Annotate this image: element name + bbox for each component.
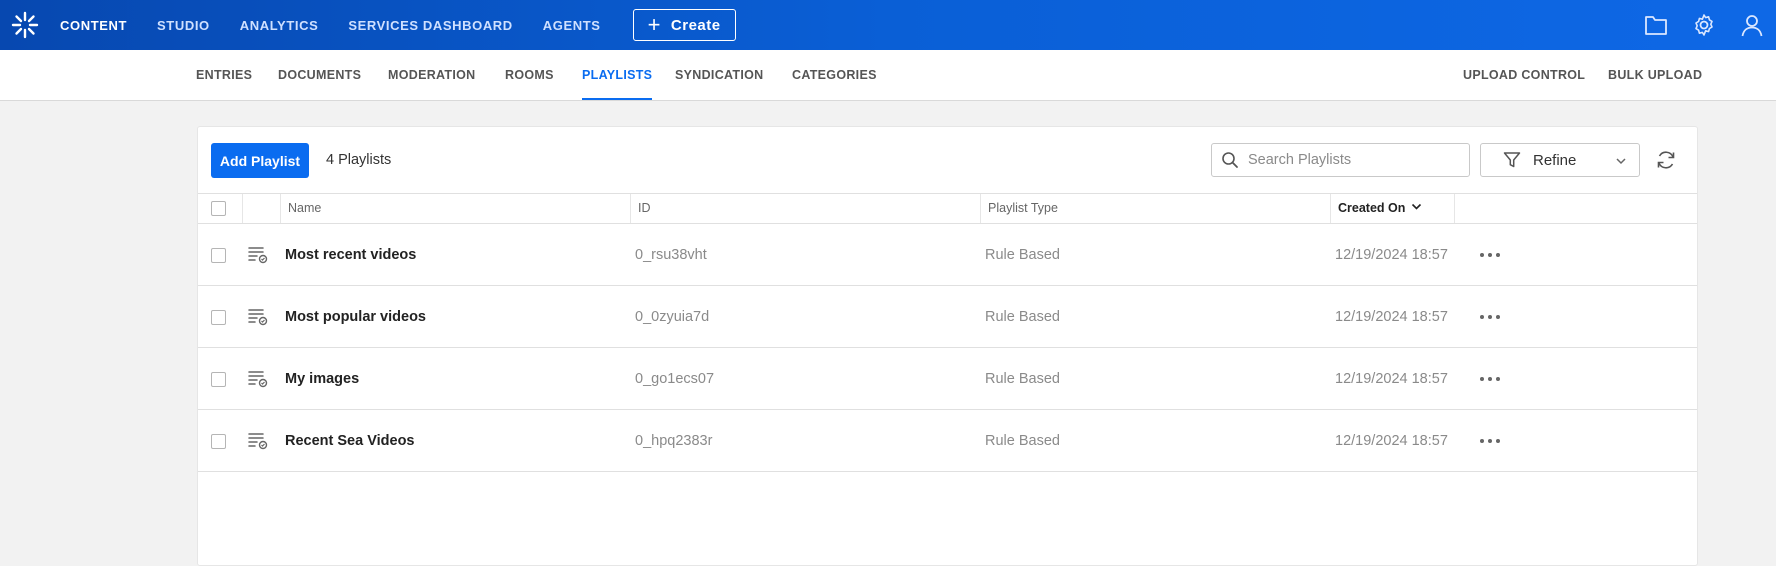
playlists-card: Add Playlist 4 Playlists Refine Name ID … — [197, 126, 1698, 566]
header-icon-col — [242, 194, 280, 223]
topnav-content[interactable]: CONTENT — [60, 18, 127, 33]
row-checkbox[interactable] — [211, 372, 226, 387]
row-checkbox[interactable] — [211, 434, 226, 449]
search-box — [1211, 143, 1470, 177]
playlist-type: Rule Based — [985, 433, 1060, 449]
playlist-type: Rule Based — [985, 371, 1060, 387]
header-name[interactable]: Name — [280, 194, 630, 223]
playlist-id: 0_go1ecs07 — [635, 371, 715, 387]
tab-rooms[interactable]: ROOMS — [505, 50, 554, 101]
user-icon[interactable] — [1728, 0, 1776, 50]
folder-icon[interactable] — [1632, 0, 1680, 50]
header-id[interactable]: ID — [630, 194, 980, 223]
topnav-agents[interactable]: AGENTS — [543, 18, 601, 33]
more-horizontal-icon[interactable] — [1470, 430, 1510, 452]
playlist-id: 0_hpq2383r — [635, 433, 713, 449]
more-horizontal-icon[interactable] — [1470, 368, 1510, 390]
topnav-analytics[interactable]: ANALYTICS — [240, 18, 319, 33]
bulk-upload-link[interactable]: BULK UPLOAD — [1608, 50, 1702, 101]
add-playlist-button[interactable]: Add Playlist — [211, 143, 309, 178]
gear-icon[interactable] — [1680, 0, 1728, 50]
created-on: 12/19/2024 18:57 — [1335, 309, 1448, 325]
select-all-checkbox[interactable] — [211, 201, 226, 216]
top-nav: CONTENT STUDIO ANALYTICS SERVICES DASHBO… — [60, 9, 736, 41]
rule-playlist-icon — [248, 371, 268, 388]
search-icon — [1212, 151, 1248, 169]
refine-button[interactable]: Refine — [1480, 143, 1640, 177]
top-right-actions — [1632, 0, 1776, 50]
topnav-services-dashboard[interactable]: SERVICES DASHBOARD — [348, 18, 512, 33]
row-checkbox[interactable] — [211, 310, 226, 325]
plus-icon: + — [647, 12, 661, 37]
header-playlist-type[interactable]: Playlist Type — [980, 194, 1330, 223]
header-actions-col — [1454, 194, 1526, 223]
tab-categories[interactable]: CATEGORIES — [792, 50, 877, 101]
sub-nav: ENTRIES DOCUMENTS MODERATION ROOMS PLAYL… — [0, 50, 1776, 101]
playlist-type: Rule Based — [985, 309, 1060, 325]
filter-icon — [1503, 151, 1521, 169]
chevron-down-icon — [1615, 155, 1627, 167]
top-bar: CONTENT STUDIO ANALYTICS SERVICES DASHBO… — [0, 0, 1776, 50]
rule-playlist-icon — [248, 247, 268, 264]
playlist-name-link[interactable]: Most recent videos — [285, 224, 416, 286]
playlist-id: 0_0zyuia7d — [635, 309, 710, 325]
upload-control-link[interactable]: UPLOAD CONTROL — [1463, 50, 1585, 101]
playlist-name-link[interactable]: Recent Sea Videos — [285, 410, 415, 472]
header-created-on[interactable]: Created On — [1330, 194, 1454, 223]
create-label: Create — [670, 16, 721, 34]
kaltura-logo-icon[interactable] — [0, 0, 50, 50]
refine-label: Refine — [1533, 151, 1577, 169]
more-horizontal-icon[interactable] — [1470, 244, 1510, 266]
table-row[interactable]: My images 0_go1ecs07 Rule Based 12/19/20… — [198, 348, 1697, 410]
topnav-studio[interactable]: STUDIO — [157, 18, 210, 33]
more-horizontal-icon[interactable] — [1470, 306, 1510, 328]
header-created-on-label: Created On — [1338, 201, 1406, 215]
rule-playlist-icon — [248, 433, 268, 450]
tab-syndication[interactable]: SYNDICATION — [675, 50, 764, 101]
tab-documents[interactable]: DOCUMENTS — [278, 50, 361, 101]
sort-chevron-down-icon — [1411, 194, 1422, 223]
row-checkbox[interactable] — [211, 248, 226, 263]
create-button[interactable]: + Create — [632, 9, 736, 41]
tab-playlists[interactable]: PLAYLISTS — [582, 50, 653, 101]
playlist-name-link[interactable]: My images — [285, 348, 359, 410]
tab-moderation[interactable]: MODERATION — [388, 50, 476, 101]
playlist-id: 0_rsu38vht — [635, 247, 707, 263]
table-row[interactable]: Most recent videos 0_rsu38vht Rule Based… — [198, 224, 1697, 286]
created-on: 12/19/2024 18:57 — [1335, 247, 1448, 263]
created-on: 12/19/2024 18:57 — [1335, 433, 1448, 449]
playlist-type: Rule Based — [985, 247, 1060, 263]
table-header: Name ID Playlist Type Created On — [198, 193, 1697, 224]
created-on: 12/19/2024 18:57 — [1335, 371, 1448, 387]
playlist-name-link[interactable]: Most popular videos — [285, 286, 426, 348]
table-row[interactable]: Recent Sea Videos 0_hpq2383r Rule Based … — [198, 410, 1697, 472]
refresh-icon[interactable] — [1654, 148, 1678, 172]
search-input[interactable] — [1248, 152, 1458, 168]
rule-playlist-icon — [248, 309, 268, 326]
playlist-count: 4 Playlists — [326, 152, 392, 168]
tab-entries[interactable]: ENTRIES — [196, 50, 252, 101]
table-row[interactable]: Most popular videos 0_0zyuia7d Rule Base… — [198, 286, 1697, 348]
